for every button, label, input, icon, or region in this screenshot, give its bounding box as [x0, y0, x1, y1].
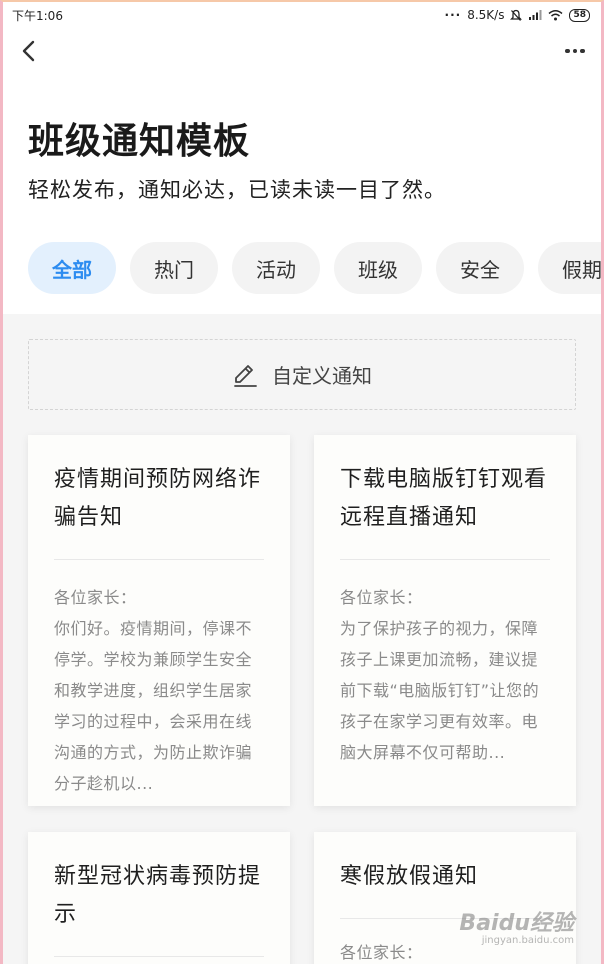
- card-content: 你们好。疫情期间，停课不停学。学校为兼顾学生安全和教学进度，组织学生居家学习的过…: [54, 619, 253, 793]
- tab-class[interactable]: 班级: [334, 242, 422, 294]
- card-body: 各位家长： 为了保护孩子的视力，保障孩子上课更加流畅，建议提前下载“电脑版钉钉”…: [340, 582, 550, 768]
- more-button[interactable]: [560, 38, 590, 64]
- category-tabs: 全部 热门 活动 班级 安全 假期: [28, 242, 604, 294]
- notification-dots-icon: ···: [444, 8, 462, 22]
- signal-icon: [529, 10, 542, 20]
- status-bar: 下午1:06 ··· 8.5K/s 58: [0, 0, 604, 30]
- mute-icon: [510, 9, 523, 21]
- custom-notice-button[interactable]: 自定义通知: [28, 339, 576, 410]
- card-title: 疫情期间预防网络诈骗告知: [54, 467, 262, 530]
- tab-activity[interactable]: 活动: [232, 242, 320, 294]
- card-title: 下载电脑版钉钉观看远程直播通知: [340, 467, 548, 530]
- card-divider: [54, 559, 264, 560]
- network-speed: 8.5K/s: [467, 8, 505, 22]
- template-list: 自定义通知 疫情期间预防网络诈骗告知 各位家长： 你们好。疫情期间，停课不停学。…: [0, 314, 604, 964]
- status-time: 下午1:06: [12, 8, 63, 23]
- wifi-icon: [548, 10, 563, 21]
- pencil-icon: [234, 364, 257, 387]
- status-indicators: ··· 8.5K/s 58: [445, 8, 590, 22]
- card-greeting: 各位家长：: [54, 588, 137, 607]
- card-title: 新型冠状病毒预防提示: [54, 864, 262, 927]
- card-greeting: 各位家长：: [340, 588, 423, 607]
- template-card[interactable]: 下载电脑版钉钉观看远程直播通知 各位家长： 为了保护孩子的视力，保障孩子上课更加…: [314, 435, 576, 806]
- back-button[interactable]: [16, 38, 40, 64]
- template-card[interactable]: 新型冠状病毒预防提示: [28, 832, 290, 964]
- card-body: 各位家长： 你们好。疫情期间，停课不停学。学校为兼顾学生安全和教学进度，组织学生…: [54, 582, 264, 799]
- tab-safety[interactable]: 安全: [436, 242, 524, 294]
- card-divider: [54, 956, 264, 957]
- battery-icon: 58: [569, 8, 590, 22]
- watermark: Baidu经验 jingyan.baidu.com: [459, 905, 574, 946]
- tab-hot[interactable]: 热门: [130, 242, 218, 294]
- watermark-brand: Baidu经验: [459, 911, 574, 936]
- page-title: 班级通知模板: [28, 121, 251, 162]
- more-dots-icon: [565, 48, 570, 54]
- card-title: 寒假放假通知: [340, 864, 479, 889]
- page-subtitle: 轻松发布，通知必达，已读未读一目了然。: [28, 178, 446, 202]
- card-divider: [340, 559, 550, 560]
- tab-holiday[interactable]: 假期: [538, 242, 604, 294]
- nav-bar: [0, 30, 604, 74]
- template-card[interactable]: 疫情期间预防网络诈骗告知 各位家长： 你们好。疫情期间，停课不停学。学校为兼顾学…: [28, 435, 290, 806]
- tab-all[interactable]: 全部: [28, 242, 116, 294]
- watermark-url: jingyan.baidu.com: [481, 935, 574, 946]
- card-content: 为了保护孩子的视力，保障孩子上课更加流畅，建议提前下载“电脑版钉钉”让您的孩子在…: [340, 619, 540, 762]
- chevron-left-icon: [22, 40, 35, 62]
- custom-notice-label: 自定义通知: [272, 364, 372, 388]
